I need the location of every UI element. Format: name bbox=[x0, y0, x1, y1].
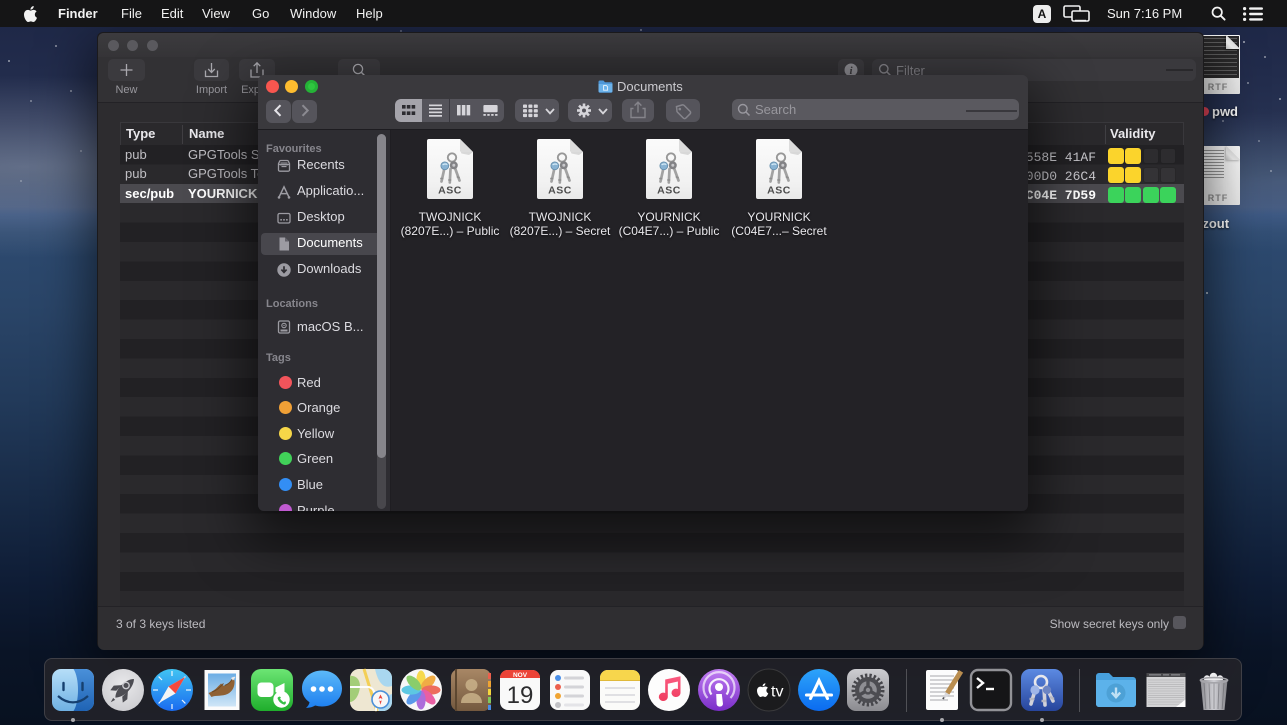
svg-text:tv: tv bbox=[771, 684, 783, 701]
svg-text:19: 19 bbox=[507, 682, 534, 709]
svg-text:NOV: NOV bbox=[513, 672, 528, 679]
